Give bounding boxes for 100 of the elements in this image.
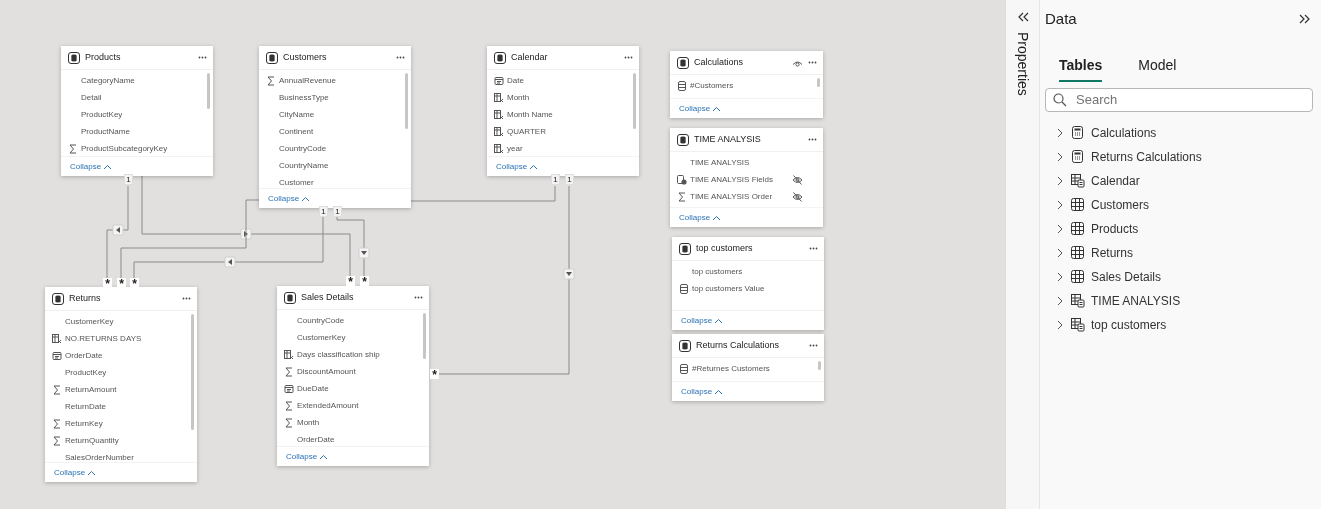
field-name[interactable]: BusinessType bbox=[279, 91, 329, 104]
chevron-icon[interactable] bbox=[1055, 247, 1065, 258]
more-icon[interactable] bbox=[808, 138, 817, 141]
field-name[interactable]: ReturnQuantity bbox=[65, 434, 119, 447]
more-icon[interactable] bbox=[624, 56, 633, 59]
field-name[interactable]: ReturnAmount bbox=[65, 383, 117, 396]
scrollbar[interactable] bbox=[818, 361, 821, 370]
tree-item[interactable]: Calendar bbox=[1045, 168, 1317, 193]
field-name[interactable]: DiscountAmount bbox=[297, 365, 356, 378]
field-name[interactable]: Month bbox=[297, 416, 320, 429]
field-name[interactable]: CountryName bbox=[279, 159, 329, 172]
chevron-icon[interactable] bbox=[1055, 151, 1065, 162]
table-card[interactable]: Returns Calculations #Returnes Customers Collapse bbox=[672, 334, 824, 401]
search-field[interactable]: Search bbox=[1045, 87, 1313, 112]
scrollbar[interactable] bbox=[633, 73, 636, 129]
field-name[interactable]: CustomerKey bbox=[297, 331, 346, 344]
collapse-link[interactable]: Collapse bbox=[679, 211, 722, 224]
more-icon[interactable] bbox=[808, 61, 817, 64]
more-icon[interactable] bbox=[809, 247, 818, 250]
field-name[interactable]: ProductName bbox=[81, 125, 130, 138]
collapse-link[interactable]: Collapse bbox=[679, 102, 722, 115]
field-name[interactable]: CategoryName bbox=[81, 74, 135, 87]
field-name[interactable]: CityName bbox=[279, 108, 315, 121]
chevron-icon[interactable] bbox=[1055, 127, 1065, 138]
more-icon[interactable] bbox=[198, 56, 207, 59]
field-name[interactable]: CountryCode bbox=[279, 142, 327, 155]
chevron-icon[interactable] bbox=[1055, 223, 1065, 234]
table-card[interactable]: TIME ANALYSIS TIME ANALYSIS TIME ANALYSIS Fields TIME ANALYSIS Order Collapse bbox=[670, 128, 823, 227]
field-name[interactable]: ProductKey bbox=[81, 108, 123, 121]
field-name[interactable]: Days classification ship bbox=[297, 348, 380, 361]
properties-tab[interactable]: Properties bbox=[1012, 32, 1033, 96]
scrollbar[interactable] bbox=[191, 314, 194, 430]
chevron-icon[interactable] bbox=[1055, 295, 1065, 306]
scrollbar[interactable] bbox=[405, 73, 408, 129]
more-icon[interactable] bbox=[182, 297, 191, 300]
field-name[interactable]: ProductKey bbox=[65, 366, 107, 379]
tree-item[interactable]: Customers bbox=[1045, 192, 1317, 217]
more-icon[interactable] bbox=[809, 344, 818, 347]
field-name[interactable]: OrderDate bbox=[297, 433, 335, 446]
collapse-pane-icon[interactable] bbox=[1299, 14, 1311, 25]
field-name[interactable]: TIME ANALYSIS bbox=[690, 156, 750, 169]
field-name[interactable]: OrderDate bbox=[65, 349, 103, 362]
scrollbar[interactable] bbox=[423, 313, 426, 359]
tree-item[interactable]: Returns bbox=[1045, 240, 1317, 265]
table-card[interactable]: Calculations #Customers Collapse bbox=[670, 51, 823, 118]
field-name[interactable]: top customers bbox=[692, 265, 743, 278]
scrollbar[interactable] bbox=[207, 73, 210, 109]
field-name[interactable]: NO.RETURNS DAYS bbox=[65, 332, 142, 345]
chevron-icon[interactable] bbox=[1055, 199, 1065, 210]
chevron-icon[interactable] bbox=[1055, 175, 1065, 186]
field-name[interactable]: SalesOrderNumber bbox=[65, 451, 134, 462]
field-name[interactable]: TIME ANALYSIS Fields bbox=[690, 173, 773, 186]
field-name[interactable]: ReturnDate bbox=[65, 400, 106, 413]
table-card[interactable]: Customers AnnualRevenue BusinessType CityName Continent CountryCode CountryName Customer Collapse bbox=[259, 46, 411, 208]
field-name[interactable]: Month Name bbox=[507, 108, 553, 121]
tree-item[interactable]: Products bbox=[1045, 216, 1317, 241]
field-name[interactable]: AnnualRevenue bbox=[279, 74, 336, 87]
expand-icon[interactable] bbox=[1016, 12, 1029, 22]
tree-item[interactable]: Returns Calculations bbox=[1045, 144, 1317, 169]
collapse-link[interactable]: Collapse bbox=[54, 466, 97, 479]
tree-item[interactable]: TIME ANALYSIS bbox=[1045, 288, 1317, 313]
table-card[interactable]: Returns CustomerKey NO.RETURNS DAYS OrderDate ProductKey ReturnAmount ReturnDate ReturnKey ReturnQuantity SalesOrderNumber Collapse bbox=[45, 287, 197, 482]
eye-icon[interactable] bbox=[792, 58, 803, 67]
tree-item[interactable]: Sales Details bbox=[1045, 264, 1317, 289]
field-name[interactable]: #Returnes Customers bbox=[692, 362, 770, 375]
field-name[interactable]: ReturnKey bbox=[65, 417, 103, 430]
field-name[interactable]: ProductSubcategoryKey bbox=[81, 142, 168, 155]
chevron-icon[interactable] bbox=[1055, 271, 1065, 282]
table-card[interactable]: Sales Details CountryCode CustomerKey Days classification ship DiscountAmount DueDate ExtendedAmount Month OrderDate Collapse bbox=[277, 286, 429, 466]
collapse-link[interactable]: Collapse bbox=[70, 160, 113, 173]
collapse-link[interactable]: Collapse bbox=[268, 192, 311, 205]
tab[interactable]: Model bbox=[1138, 50, 1177, 82]
collapse-link[interactable]: Collapse bbox=[681, 314, 724, 327]
tab[interactable]: Tables bbox=[1059, 50, 1103, 82]
collapse-link[interactable]: Collapse bbox=[496, 160, 539, 173]
chevron-icon[interactable] bbox=[1055, 319, 1065, 330]
tree-item[interactable]: Calculations bbox=[1045, 120, 1317, 145]
more-icon[interactable] bbox=[414, 296, 423, 299]
field-name[interactable]: Date bbox=[507, 74, 524, 87]
field-name[interactable]: year bbox=[507, 142, 523, 155]
field-name[interactable]: top customers Value bbox=[692, 282, 765, 295]
scrollbar[interactable] bbox=[817, 78, 820, 87]
field-name[interactable]: Continent bbox=[279, 125, 314, 138]
field-name[interactable]: ExtendedAmount bbox=[297, 399, 359, 412]
tree-item[interactable]: top customers bbox=[1045, 312, 1317, 337]
field-name[interactable]: CustomerKey bbox=[65, 315, 114, 328]
field-name[interactable]: CountryCode bbox=[297, 314, 345, 327]
collapse-link[interactable]: Collapse bbox=[286, 450, 329, 463]
table-card[interactable]: Products CategoryName Detail ProductKey ProductName ProductSubcategoryKey Collapse bbox=[61, 46, 213, 176]
table-card[interactable]: top customers top customers top customers Value Collapse bbox=[672, 237, 824, 330]
field-name[interactable]: Detail bbox=[81, 91, 102, 104]
field-name[interactable]: Customer bbox=[279, 176, 314, 188]
field-name[interactable]: Month bbox=[507, 91, 530, 104]
field-name[interactable]: TIME ANALYSIS Order bbox=[690, 190, 773, 203]
field-name[interactable]: #Customers bbox=[690, 79, 734, 92]
table-card[interactable]: Calendar Date Month Month Name QUARTER year Collapse bbox=[487, 46, 639, 176]
collapse-link[interactable]: Collapse bbox=[681, 385, 724, 398]
more-icon[interactable] bbox=[396, 56, 405, 59]
field-name[interactable]: DueDate bbox=[297, 382, 329, 395]
field-name[interactable]: QUARTER bbox=[507, 125, 546, 138]
